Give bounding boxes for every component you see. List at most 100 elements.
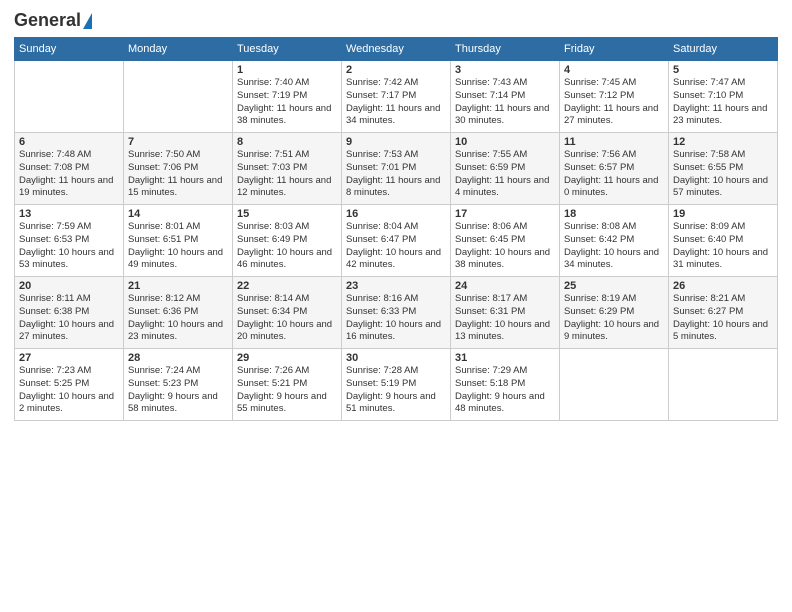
day-info: Sunrise: 7:23 AMSunset: 5:25 PMDaylight:… [19, 365, 119, 416]
day-cell: 12Sunrise: 7:58 AMSunset: 6:55 PMDayligh… [669, 133, 778, 205]
day-cell [669, 349, 778, 421]
day-cell [560, 349, 669, 421]
day-number: 16 [346, 208, 446, 220]
header: General [14, 10, 778, 29]
day-cell: 27Sunrise: 7:23 AMSunset: 5:25 PMDayligh… [15, 349, 124, 421]
day-info: Sunrise: 7:26 AMSunset: 5:21 PMDaylight:… [237, 365, 337, 416]
day-info: Sunrise: 8:19 AMSunset: 6:29 PMDaylight:… [564, 293, 664, 344]
day-cell: 13Sunrise: 7:59 AMSunset: 6:53 PMDayligh… [15, 205, 124, 277]
day-cell: 30Sunrise: 7:28 AMSunset: 5:19 PMDayligh… [342, 349, 451, 421]
day-info: Sunrise: 7:58 AMSunset: 6:55 PMDaylight:… [673, 149, 773, 200]
day-number: 27 [19, 352, 119, 364]
day-cell: 15Sunrise: 8:03 AMSunset: 6:49 PMDayligh… [233, 205, 342, 277]
day-number: 13 [19, 208, 119, 220]
day-info: Sunrise: 7:59 AMSunset: 6:53 PMDaylight:… [19, 221, 119, 272]
day-number: 8 [237, 136, 337, 148]
day-cell: 6Sunrise: 7:48 AMSunset: 7:08 PMDaylight… [15, 133, 124, 205]
day-cell: 7Sunrise: 7:50 AMSunset: 7:06 PMDaylight… [124, 133, 233, 205]
day-number: 1 [237, 64, 337, 76]
day-info: Sunrise: 8:11 AMSunset: 6:38 PMDaylight:… [19, 293, 119, 344]
day-info: Sunrise: 7:50 AMSunset: 7:06 PMDaylight:… [128, 149, 228, 200]
column-header-monday: Monday [124, 38, 233, 61]
day-cell: 2Sunrise: 7:42 AMSunset: 7:17 PMDaylight… [342, 61, 451, 133]
day-info: Sunrise: 7:45 AMSunset: 7:12 PMDaylight:… [564, 77, 664, 128]
day-info: Sunrise: 7:29 AMSunset: 5:18 PMDaylight:… [455, 365, 555, 416]
day-info: Sunrise: 8:21 AMSunset: 6:27 PMDaylight:… [673, 293, 773, 344]
day-number: 15 [237, 208, 337, 220]
day-cell [124, 61, 233, 133]
column-header-thursday: Thursday [451, 38, 560, 61]
day-info: Sunrise: 7:53 AMSunset: 7:01 PMDaylight:… [346, 149, 446, 200]
day-number: 21 [128, 280, 228, 292]
day-info: Sunrise: 7:51 AMSunset: 7:03 PMDaylight:… [237, 149, 337, 200]
day-info: Sunrise: 8:14 AMSunset: 6:34 PMDaylight:… [237, 293, 337, 344]
day-info: Sunrise: 7:40 AMSunset: 7:19 PMDaylight:… [237, 77, 337, 128]
day-info: Sunrise: 8:04 AMSunset: 6:47 PMDaylight:… [346, 221, 446, 272]
week-row-4: 20Sunrise: 8:11 AMSunset: 6:38 PMDayligh… [15, 277, 778, 349]
day-cell: 4Sunrise: 7:45 AMSunset: 7:12 PMDaylight… [560, 61, 669, 133]
day-cell: 16Sunrise: 8:04 AMSunset: 6:47 PMDayligh… [342, 205, 451, 277]
day-cell: 5Sunrise: 7:47 AMSunset: 7:10 PMDaylight… [669, 61, 778, 133]
day-cell: 29Sunrise: 7:26 AMSunset: 5:21 PMDayligh… [233, 349, 342, 421]
day-cell: 20Sunrise: 8:11 AMSunset: 6:38 PMDayligh… [15, 277, 124, 349]
day-number: 5 [673, 64, 773, 76]
day-number: 7 [128, 136, 228, 148]
day-cell: 22Sunrise: 8:14 AMSunset: 6:34 PMDayligh… [233, 277, 342, 349]
logo-general: General [14, 10, 81, 31]
day-number: 29 [237, 352, 337, 364]
day-cell: 8Sunrise: 7:51 AMSunset: 7:03 PMDaylight… [233, 133, 342, 205]
day-number: 22 [237, 280, 337, 292]
day-number: 4 [564, 64, 664, 76]
day-info: Sunrise: 7:42 AMSunset: 7:17 PMDaylight:… [346, 77, 446, 128]
day-number: 17 [455, 208, 555, 220]
day-info: Sunrise: 7:48 AMSunset: 7:08 PMDaylight:… [19, 149, 119, 200]
day-cell: 31Sunrise: 7:29 AMSunset: 5:18 PMDayligh… [451, 349, 560, 421]
week-row-2: 6Sunrise: 7:48 AMSunset: 7:08 PMDaylight… [15, 133, 778, 205]
day-cell: 11Sunrise: 7:56 AMSunset: 6:57 PMDayligh… [560, 133, 669, 205]
header-row: SundayMondayTuesdayWednesdayThursdayFrid… [15, 38, 778, 61]
day-info: Sunrise: 8:16 AMSunset: 6:33 PMDaylight:… [346, 293, 446, 344]
day-number: 14 [128, 208, 228, 220]
day-number: 10 [455, 136, 555, 148]
day-info: Sunrise: 7:56 AMSunset: 6:57 PMDaylight:… [564, 149, 664, 200]
day-info: Sunrise: 8:17 AMSunset: 6:31 PMDaylight:… [455, 293, 555, 344]
day-number: 26 [673, 280, 773, 292]
page: General SundayMondayTuesdayWednesdayThur… [0, 0, 792, 612]
day-number: 20 [19, 280, 119, 292]
column-header-sunday: Sunday [15, 38, 124, 61]
day-cell: 17Sunrise: 8:06 AMSunset: 6:45 PMDayligh… [451, 205, 560, 277]
week-row-3: 13Sunrise: 7:59 AMSunset: 6:53 PMDayligh… [15, 205, 778, 277]
day-cell: 10Sunrise: 7:55 AMSunset: 6:59 PMDayligh… [451, 133, 560, 205]
day-info: Sunrise: 7:28 AMSunset: 5:19 PMDaylight:… [346, 365, 446, 416]
day-cell: 1Sunrise: 7:40 AMSunset: 7:19 PMDaylight… [233, 61, 342, 133]
day-info: Sunrise: 7:24 AMSunset: 5:23 PMDaylight:… [128, 365, 228, 416]
day-cell: 9Sunrise: 7:53 AMSunset: 7:01 PMDaylight… [342, 133, 451, 205]
day-info: Sunrise: 7:43 AMSunset: 7:14 PMDaylight:… [455, 77, 555, 128]
day-number: 31 [455, 352, 555, 364]
day-cell: 21Sunrise: 8:12 AMSunset: 6:36 PMDayligh… [124, 277, 233, 349]
logo: General [14, 10, 92, 29]
week-row-1: 1Sunrise: 7:40 AMSunset: 7:19 PMDaylight… [15, 61, 778, 133]
day-cell: 25Sunrise: 8:19 AMSunset: 6:29 PMDayligh… [560, 277, 669, 349]
day-info: Sunrise: 7:55 AMSunset: 6:59 PMDaylight:… [455, 149, 555, 200]
day-number: 3 [455, 64, 555, 76]
day-cell: 24Sunrise: 8:17 AMSunset: 6:31 PMDayligh… [451, 277, 560, 349]
calendar-table: SundayMondayTuesdayWednesdayThursdayFrid… [14, 37, 778, 421]
day-info: Sunrise: 7:47 AMSunset: 7:10 PMDaylight:… [673, 77, 773, 128]
day-number: 12 [673, 136, 773, 148]
day-cell: 18Sunrise: 8:08 AMSunset: 6:42 PMDayligh… [560, 205, 669, 277]
column-header-tuesday: Tuesday [233, 38, 342, 61]
day-cell: 14Sunrise: 8:01 AMSunset: 6:51 PMDayligh… [124, 205, 233, 277]
column-header-saturday: Saturday [669, 38, 778, 61]
day-number: 30 [346, 352, 446, 364]
day-info: Sunrise: 8:09 AMSunset: 6:40 PMDaylight:… [673, 221, 773, 272]
column-header-friday: Friday [560, 38, 669, 61]
day-info: Sunrise: 8:01 AMSunset: 6:51 PMDaylight:… [128, 221, 228, 272]
day-info: Sunrise: 8:03 AMSunset: 6:49 PMDaylight:… [237, 221, 337, 272]
day-number: 24 [455, 280, 555, 292]
day-number: 23 [346, 280, 446, 292]
day-number: 25 [564, 280, 664, 292]
day-number: 18 [564, 208, 664, 220]
week-row-5: 27Sunrise: 7:23 AMSunset: 5:25 PMDayligh… [15, 349, 778, 421]
day-cell: 26Sunrise: 8:21 AMSunset: 6:27 PMDayligh… [669, 277, 778, 349]
